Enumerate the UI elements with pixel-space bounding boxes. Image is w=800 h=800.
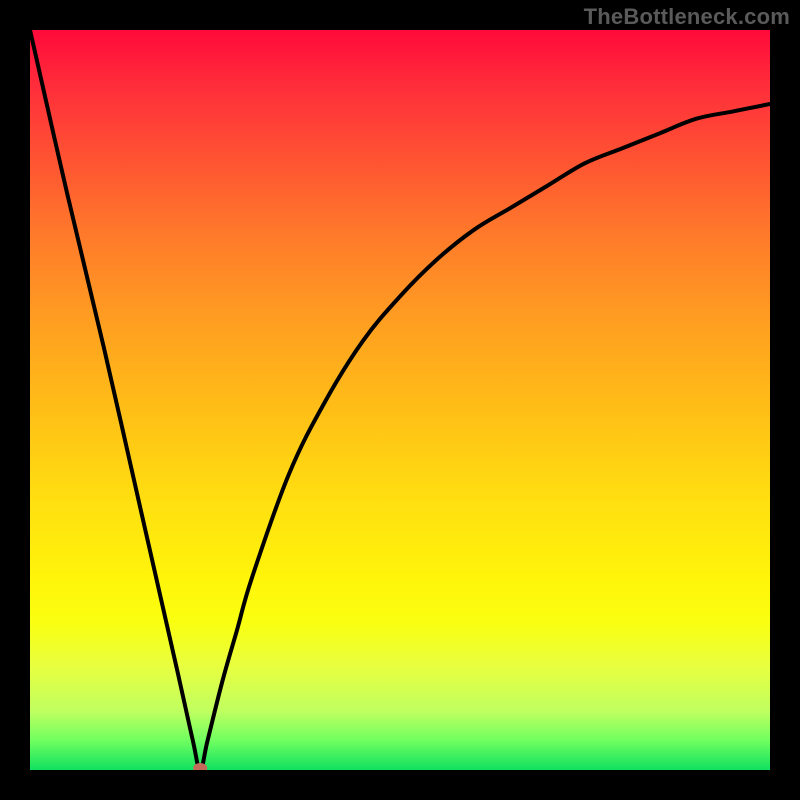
plot-area	[30, 30, 770, 770]
chart-frame: TheBottleneck.com	[0, 0, 800, 800]
bottleneck-curve	[30, 30, 770, 770]
curve-layer	[30, 30, 770, 770]
watermark-text: TheBottleneck.com	[584, 4, 790, 30]
minimum-marker	[193, 763, 207, 770]
